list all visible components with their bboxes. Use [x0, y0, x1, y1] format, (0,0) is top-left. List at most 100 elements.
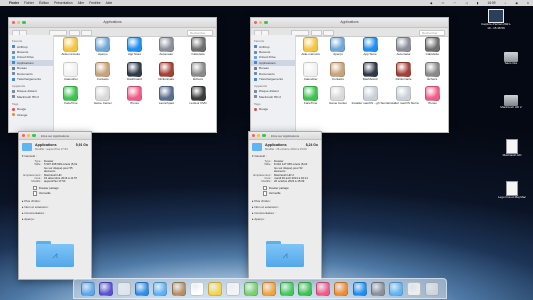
- app-item[interactable]: Contacts: [324, 61, 351, 82]
- checkbox-icon[interactable]: [263, 191, 268, 196]
- siri-icon[interactable]: [99, 281, 114, 296]
- contacts-icon[interactable]: [171, 281, 186, 296]
- ibooks-icon[interactable]: [334, 281, 349, 296]
- battery-icon[interactable]: ▮: [477, 1, 479, 5]
- maps-icon[interactable]: [243, 281, 258, 296]
- app-item[interactable]: Aide-mémoire: [55, 37, 87, 57]
- app-item[interactable]: FaceTime: [55, 86, 87, 106]
- photos-icon[interactable]: [262, 281, 277, 296]
- checkbox-icon[interactable]: [33, 191, 38, 196]
- sidebar-item-macintosh-hd-2[interactable]: Macintosh HD 2: [9, 94, 53, 99]
- safari-icon[interactable]: [135, 281, 150, 296]
- trash-icon[interactable]: [424, 281, 439, 296]
- menu-fichier[interactable]: Fichier: [24, 1, 34, 5]
- menu-aller[interactable]: Aller: [78, 1, 85, 5]
- list-icon[interactable]: ≡: [527, 1, 529, 5]
- action-button[interactable]: [323, 30, 334, 36]
- shared-checkbox[interactable]: Dossier partagé: [19, 185, 91, 191]
- menu-finder[interactable]: Finder: [9, 1, 19, 5]
- collapsed-section[interactable]: ▸ Aperçu :: [249, 216, 321, 222]
- dropbox-icon[interactable]: ◆: [430, 1, 432, 5]
- app-item[interactable]: Automator: [150, 37, 182, 57]
- shared-checkbox[interactable]: Dossier partagé: [249, 185, 321, 191]
- arrange-button[interactable]: [69, 30, 80, 36]
- title-bar[interactable]: Applications: [251, 18, 448, 28]
- wifi-icon[interactable]: ◠: [454, 1, 457, 5]
- desktop-screenshot-file[interactable]: Capture d'écran 2021-10...15.48.56: [476, 9, 516, 30]
- app-item[interactable]: Game Center: [324, 86, 351, 106]
- search-icon[interactable]: ⌕: [505, 1, 507, 5]
- desktop-drive-macintosh-hd-2[interactable]: Macintosh HD 2: [491, 95, 531, 110]
- app-item[interactable]: Installer macOS ...gh Sierra: [352, 86, 388, 106]
- app-item[interactable]: Dashboard: [352, 61, 389, 82]
- mail-icon[interactable]: [153, 281, 168, 296]
- menu-fenetre[interactable]: Fenêtre: [89, 1, 100, 5]
- search-field[interactable]: Rechercher: [187, 30, 213, 36]
- desktop-drive-sans-titre[interactable]: Sans titre: [491, 52, 531, 66]
- collapsed-section[interactable]: ▸ Aperçu :: [19, 216, 91, 222]
- app-item[interactable]: Calendrier: [297, 61, 324, 82]
- title-bar[interactable]: Applications: [9, 18, 216, 28]
- menu-aide[interactable]: Aide: [106, 1, 113, 5]
- volume-icon[interactable]: ◁: [465, 1, 467, 5]
- action-button[interactable]: [81, 30, 92, 36]
- app-item[interactable]: Échecs: [419, 61, 446, 82]
- sidebar-item-macintosh-hd-2[interactable]: Macintosh HD 2: [251, 94, 295, 99]
- app-icon: [362, 37, 378, 52]
- desktop-file-1[interactable]: Macintosh HD: [492, 139, 532, 158]
- itunes-icon[interactable]: [316, 281, 331, 296]
- notes-icon[interactable]: [207, 281, 222, 296]
- title-bar[interactable]: Infos sur Applications: [19, 132, 91, 140]
- appstore-icon[interactable]: [352, 281, 367, 296]
- app-item[interactable]: Calendrier: [55, 61, 87, 82]
- app-item[interactable]: App Store: [119, 37, 151, 57]
- system-preferences-icon[interactable]: [370, 281, 385, 296]
- menu-presentation[interactable]: Présentation: [54, 1, 73, 5]
- sidebar-item-orange[interactable]: Orange: [9, 112, 53, 117]
- app-item[interactable]: Game Center: [87, 86, 119, 106]
- document-icon[interactable]: [406, 281, 421, 296]
- sidebar-item-t-l-chargements[interactable]: Téléchargements: [9, 76, 53, 81]
- checkbox-icon[interactable]: [263, 185, 268, 191]
- app-item[interactable]: Automator: [388, 37, 418, 57]
- clock[interactable]: 16:59: [488, 1, 496, 5]
- arrange-button[interactable]: [311, 30, 322, 36]
- app-item[interactable]: Contacts: [87, 61, 119, 82]
- app-item[interactable]: Aperçu: [324, 37, 351, 57]
- folder-icon: [22, 143, 32, 151]
- messages-icon[interactable]: [280, 281, 295, 296]
- siri-icon[interactable]: ◉: [515, 1, 518, 5]
- reminders-icon[interactable]: [225, 281, 240, 296]
- launchpad-icon[interactable]: [117, 281, 132, 296]
- app-item[interactable]: Aide-mémoire: [297, 37, 324, 57]
- app-item[interactable]: iTunes: [119, 86, 151, 106]
- downloads-folder-icon[interactable]: [388, 281, 403, 296]
- sidebar-item-rouge[interactable]: Rouge: [251, 107, 295, 112]
- search-field[interactable]: Rechercher: [419, 30, 445, 36]
- app-item[interactable]: Installer macOS Sierra: [388, 86, 419, 106]
- sidebar-section-header: Favoris: [12, 39, 23, 43]
- app-item[interactable]: Dictionnaire: [150, 61, 182, 82]
- app-item[interactable]: Launchpad: [150, 86, 182, 106]
- app-item[interactable]: App Store: [352, 37, 389, 57]
- title-bar[interactable]: Infos sur Applications: [249, 132, 321, 140]
- app-item[interactable]: FaceTime: [297, 86, 324, 106]
- finder-icon[interactable]: [81, 281, 96, 296]
- app-item[interactable]: Calculette: [419, 37, 446, 57]
- facetime-icon[interactable]: [298, 281, 313, 296]
- app-item[interactable]: Dashboard: [119, 61, 151, 82]
- locked-checkbox[interactable]: Verrouillé: [19, 191, 91, 196]
- sidebar-item-t-l-chargements[interactable]: Téléchargements: [251, 76, 295, 81]
- menu-edition[interactable]: Édition: [39, 1, 49, 5]
- app-item[interactable]: Aperçu: [87, 37, 119, 57]
- app-item[interactable]: Calculette: [182, 37, 214, 57]
- calendar-icon[interactable]: [189, 281, 204, 296]
- locked-checkbox[interactable]: Verrouillé: [249, 191, 321, 196]
- app-item[interactable]: iTunes: [419, 86, 446, 106]
- checkbox-icon[interactable]: [33, 185, 38, 191]
- app-item[interactable]: Lecteur DVD: [182, 86, 214, 106]
- app-item[interactable]: Échecs: [182, 61, 214, 82]
- app-item[interactable]: Dictionnaire: [388, 61, 418, 82]
- desktop-file-2[interactable]: Lego Ima et Maj Mac: [492, 181, 532, 200]
- airplay-icon[interactable]: ▭: [442, 1, 445, 5]
